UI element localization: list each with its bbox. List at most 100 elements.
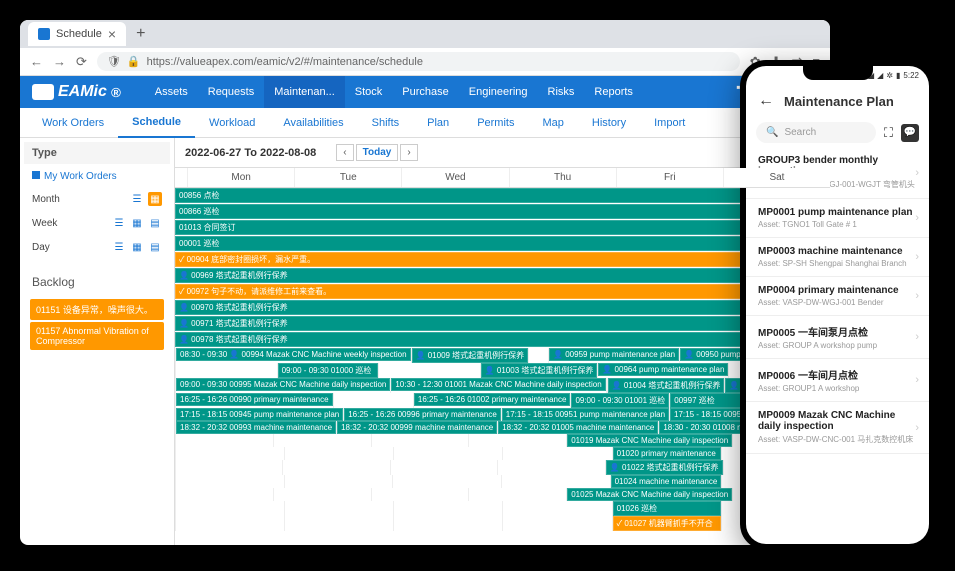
calendar-event[interactable]: 08:30 - 09:30 👤 00994 Mazak CNC Machine …	[176, 348, 411, 361]
calendar-event[interactable]: 00866 巡检	[175, 204, 830, 219]
sub-nav-item[interactable]: Schedule	[118, 108, 195, 138]
back-icon[interactable]: ←	[758, 92, 774, 110]
calendar-event[interactable]: 17:15 - 18:15 00951 pump maintenance pla…	[502, 408, 669, 421]
cal-icon[interactable]: ▤	[148, 216, 162, 230]
calendar-event[interactable]: 00856 点检	[175, 188, 830, 203]
calendar-event[interactable]: 16:25 - 16:26 01002 primary maintenance	[414, 393, 571, 406]
calendar-event[interactable]: 09:00 - 09:30 00995 Mazak CNC Machine da…	[176, 378, 390, 391]
calendar-event[interactable]: ✓ 00904 底部密封圈损坏，漏水严重。	[175, 252, 830, 267]
app-logo[interactable]: EAMic®	[32, 83, 121, 101]
calendar-event[interactable]: 👤 01022 塔式起重机例行保养	[606, 460, 723, 475]
nav-item[interactable]: Maintenan...	[264, 76, 345, 108]
calendar-event[interactable]: 👤 00969 塔式起重机例行保养	[175, 268, 830, 283]
calendar-cell	[175, 488, 273, 501]
new-tab-button[interactable]: +	[130, 25, 151, 43]
calendar-event[interactable]: 18:32 - 20:32 01005 machine maintenance	[498, 421, 658, 434]
sub-nav-item[interactable]: Workload	[195, 108, 269, 138]
calendar-event[interactable]: 01013 合同签订	[175, 220, 830, 235]
view-month-row[interactable]: Month ☰▦	[24, 187, 170, 211]
calendar-event[interactable]: 10:30 - 12:30 01001 Mazak CNC Machine da…	[391, 378, 605, 391]
calendar-event[interactable]: 01024 machine maintenance	[611, 475, 722, 488]
calendar-event[interactable]: 👤 01004 塔式起重机例行保养	[608, 378, 725, 393]
close-icon[interactable]: ×	[108, 26, 116, 42]
calendar-event[interactable]: 00001 巡检	[175, 236, 830, 251]
calendar-event[interactable]: 👤 00970 塔式起重机例行保养	[175, 300, 830, 315]
calendar-event[interactable]: ✓ 00972 句子不动，请派维修工前来查看。	[175, 284, 830, 299]
calendar-event[interactable]: 09:00 - 09:30 01000 巡检	[278, 363, 379, 378]
grid-icon[interactable]: ▦	[130, 216, 144, 230]
plan-item[interactable]: MP0009 Mazak CNC Machine daily inspectio…	[746, 402, 929, 454]
nav-item[interactable]: Purchase	[392, 76, 458, 108]
calendar-cell: 16:25 - 16:26 00990 primary maintenance	[175, 393, 333, 408]
prev-button[interactable]: ‹	[336, 144, 353, 161]
nav-item[interactable]: Assets	[145, 76, 198, 108]
plan-item[interactable]: MP0006 一车间月点检Asset: GROUP1 A workshop›	[746, 359, 929, 402]
calendar-event[interactable]: 01025 Mazak CNC Machine daily inspection	[567, 488, 732, 501]
sub-nav-item[interactable]: Import	[640, 108, 699, 138]
calendar-event[interactable]: 👤 00959 pump maintenance plan	[549, 348, 679, 361]
sub-nav-item[interactable]: History	[578, 108, 640, 138]
backlog-item[interactable]: 01151 设备异常，噪声很大。	[30, 299, 164, 320]
grid-icon[interactable]: ▦	[148, 192, 162, 206]
calendar-event[interactable]: 18:32 - 20:32 00993 machine maintenance	[176, 421, 336, 434]
view-day-row[interactable]: Day ☰▦▤	[24, 235, 170, 259]
calendar-event[interactable]: 16:25 - 16:26 00996 primary maintenance	[344, 408, 501, 421]
sub-nav-item[interactable]: Plan	[413, 108, 463, 138]
nav-item[interactable]: Risks	[538, 76, 585, 108]
backlog-item[interactable]: 01157 Abnormal Vibration of Compressor	[30, 322, 164, 350]
calendar-cell: 18:32 - 20:32 00993 machine maintenance	[175, 421, 336, 434]
url-input[interactable]: 🛡 🔒 https://valueapex.com/eamic/v2/#/mai…	[97, 52, 740, 71]
calendar-event[interactable]: 09:00 - 09:30 01001 巡检	[571, 393, 669, 408]
plan-asset: Asset: VASP-DW-WGJ-001 Bender	[758, 298, 917, 307]
mobile-device: ◢ ◢ ✲ ▮ 5:22 ← Maintenance Plan 🔍 Search…	[740, 60, 935, 550]
sub-nav-item[interactable]: Work Orders	[28, 108, 118, 138]
scan-icon[interactable]: ⛶	[884, 125, 893, 141]
calendar-event[interactable]: 01026 巡检	[613, 501, 721, 516]
chat-icon[interactable]: 💬	[901, 124, 919, 142]
calendar-cell	[392, 475, 501, 488]
view-week-row[interactable]: Week ☰▦▤	[24, 211, 170, 235]
calendar-cell: 01024 machine maintenance	[610, 475, 722, 488]
search-input[interactable]: 🔍 Search	[756, 122, 876, 143]
sidebar-my-work-orders[interactable]: My Work Orders	[24, 166, 170, 187]
calendar-event[interactable]: 01020 primary maintenance	[613, 447, 721, 460]
calendar[interactable]: MonTueWedThuFriSat 00856 点检00866 巡检01013…	[175, 168, 830, 545]
plan-item[interactable]: MP0004 primary maintenanceAsset: VASP-DW…	[746, 277, 929, 316]
forward-icon[interactable]: →	[53, 54, 66, 69]
list-icon[interactable]: ☰	[112, 216, 126, 230]
reload-icon[interactable]: ⟳	[76, 54, 87, 70]
calendar-event[interactable]: 👤 00971 塔式起重机例行保养	[175, 316, 830, 331]
sub-nav-item[interactable]: Availabilities	[269, 108, 357, 138]
calendar-event[interactable]: 01019 Mazak CNC Machine daily inspection	[567, 434, 732, 447]
browser-tab[interactable]: Schedule ×	[28, 22, 126, 46]
sub-nav-item[interactable]: Shifts	[358, 108, 414, 138]
calendar-event[interactable]: 18:32 - 20:32 00999 machine maintenance	[337, 421, 497, 434]
favicon-icon	[38, 28, 50, 40]
nav-item[interactable]: Requests	[198, 76, 264, 108]
nav-item[interactable]: Stock	[345, 76, 393, 108]
calendar-event[interactable]: ✓ 01027 机器臂抓手不开合	[613, 516, 721, 531]
calendar-event[interactable]: 17:15 - 18:15 00945 pump maintenance pla…	[176, 408, 343, 421]
next-button[interactable]: ›	[400, 144, 417, 161]
list-icon[interactable]: ☰	[130, 192, 144, 206]
calendar-event[interactable]: 👤 01009 塔式起重机例行保养	[412, 348, 529, 363]
plan-item[interactable]: MP0005 一车间泵月点检Asset: GROUP A workshop pu…	[746, 316, 929, 359]
calendar-event[interactable]: 👤 01003 塔式起重机例行保养	[481, 363, 598, 378]
cal-icon[interactable]: ▤	[148, 240, 162, 254]
calendar-event[interactable]: 00997 巡检	[670, 393, 749, 408]
day-header: Tue	[294, 168, 401, 187]
sub-nav-item[interactable]: Map	[528, 108, 577, 138]
calendar-event[interactable]: 16:25 - 16:26 00990 primary maintenance	[176, 393, 333, 406]
plan-item[interactable]: MP0003 machine maintenanceAsset: SP-SH S…	[746, 238, 929, 277]
today-button[interactable]: Today	[356, 144, 399, 161]
sub-nav-item[interactable]: Permits	[463, 108, 528, 138]
nav-item[interactable]: Engineering	[459, 76, 538, 108]
calendar-event[interactable]: 👤 00978 塔式起重机例行保养	[175, 332, 830, 347]
nav-item[interactable]: Reports	[584, 76, 643, 108]
plan-item[interactable]: MP0001 pump maintenance planAsset: TGNO1…	[746, 199, 929, 238]
calendar-event[interactable]: 👤 00964 pump maintenance plan	[598, 363, 728, 376]
plan-list[interactable]: GROUP3 bender monthly inspectionAsset: V…	[746, 147, 929, 544]
back-icon[interactable]: ←	[30, 54, 43, 69]
grid-icon[interactable]: ▦	[130, 240, 144, 254]
list-icon[interactable]: ☰	[112, 240, 126, 254]
